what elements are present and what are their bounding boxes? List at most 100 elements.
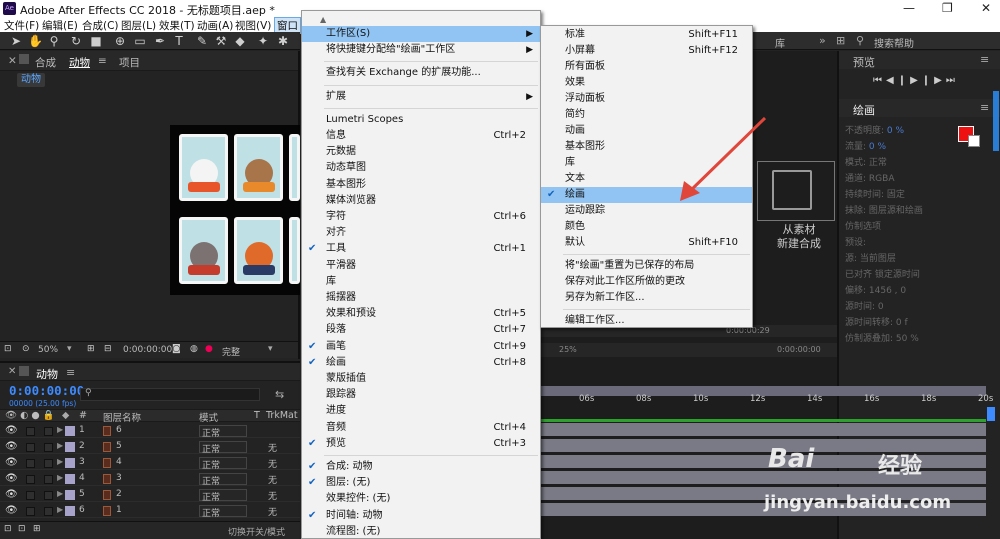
window-menu-item[interactable]: 查找有关 Exchange 的扩展功能... — [302, 65, 540, 81]
window-menu-item[interactable]: 库 — [302, 274, 540, 290]
layer-row[interactable]: 👁 ▶ 2 5 正常 无 — [0, 440, 300, 455]
window-menu-item[interactable]: ✔ 工具 Ctrl+1 — [302, 241, 540, 257]
menu-effect[interactable]: 效果(T) — [159, 18, 195, 33]
menu-file[interactable]: 文件(F) — [4, 18, 39, 33]
flowchart-icon[interactable]: ⊡ — [18, 524, 26, 534]
menu-composition[interactable]: 合成(C) — [82, 18, 119, 33]
close-tab-icon[interactable]: ✕ — [8, 55, 17, 67]
lock-switch[interactable] — [44, 491, 53, 500]
erase-select[interactable]: 图层源和绘画 — [869, 206, 923, 216]
layer-row[interactable]: 👁 ▶ 4 3 正常 无 — [0, 472, 300, 487]
workspace-menu-item[interactable]: 运动跟踪 — [541, 203, 752, 219]
camera-tool-icon[interactable]: ■ — [89, 34, 103, 48]
comp-tab-name[interactable]: 动物 — [69, 55, 90, 70]
window-menu-item[interactable]: 流程图: (无) — [302, 524, 540, 539]
source-time-shift-value[interactable]: 0 f — [896, 318, 908, 328]
workspace-menu-item[interactable]: 小屏幕 Shift+F12 — [541, 43, 752, 59]
zoom-select[interactable]: 50% — [38, 345, 58, 355]
workspace-menu-item[interactable]: 默认 Shift+F10 — [541, 235, 752, 251]
aligned-checkbox[interactable]: 已对齐 — [845, 270, 872, 280]
timeline-tab-name[interactable]: 动物 — [36, 366, 58, 382]
layer-trkmat[interactable]: 无 — [268, 489, 277, 502]
layer-name[interactable]: 2 — [116, 489, 122, 499]
resolution-dropdown-icon[interactable]: ▾ — [268, 344, 273, 354]
window-menu-item[interactable]: 动态草图 — [302, 160, 540, 176]
expand-triangle-icon[interactable]: ▶ — [57, 457, 63, 466]
window-menu-item[interactable]: 进度 — [302, 403, 540, 419]
layer-name[interactable]: 6 — [116, 425, 122, 435]
offset-value[interactable]: 1456 , 0 — [869, 286, 906, 296]
expand-triangle-icon[interactable]: ▶ — [57, 441, 63, 450]
layer-name[interactable]: 5 — [116, 441, 122, 451]
layer-name[interactable]: 4 — [116, 457, 122, 467]
window-menu-item[interactable]: 蒙版插值 — [302, 371, 540, 387]
window-menu-item[interactable]: ✔ 绘画 Ctrl+8 — [302, 355, 540, 371]
solo-switch[interactable] — [26, 491, 35, 500]
composition-viewer[interactable]: 动物 — [0, 71, 300, 341]
zoom-tool-icon[interactable]: ⚲ — [47, 34, 61, 48]
vertical-scrollbar[interactable] — [993, 91, 999, 151]
paint-mode-select[interactable]: 正常 — [869, 158, 887, 168]
source-select[interactable]: 当前图层 — [860, 254, 896, 264]
layer-row[interactable]: 👁 ▶ 6 1 正常 无 — [0, 504, 300, 519]
solo-switch[interactable] — [26, 475, 35, 484]
comp-sub-tab[interactable]: 动物 — [17, 73, 45, 87]
pen-tool-icon[interactable]: ✒ — [153, 34, 167, 48]
show-snapshot-icon[interactable]: ◍ — [190, 344, 198, 354]
visibility-eye-icon[interactable]: 👁 — [5, 473, 18, 484]
menu-view[interactable]: 视图(V) — [235, 18, 271, 33]
solo-switch[interactable] — [26, 443, 35, 452]
menu-animation[interactable]: 动画(A) — [197, 18, 233, 33]
label-color-swatch[interactable] — [65, 442, 75, 452]
rotate-tool-icon[interactable]: ↻ — [69, 34, 83, 48]
timeline-lock-icon[interactable] — [19, 366, 29, 376]
lock-switch[interactable] — [44, 475, 53, 484]
always-preview-icon[interactable]: ⊡ — [4, 344, 12, 354]
zoom-dropdown-icon[interactable]: ▾ — [67, 344, 72, 354]
workspace-menu-item[interactable]: 标准 Shift+F11 — [541, 27, 752, 43]
workspace-menu-item[interactable]: 颜色 — [541, 219, 752, 235]
mode-header[interactable]: 模式 — [199, 410, 218, 424]
layer-mode-select[interactable]: 正常 — [199, 489, 247, 503]
puppet-tool-icon[interactable]: ✱ — [276, 34, 290, 48]
comp-mini-icon[interactable]: ⊡ — [4, 524, 12, 534]
solo-switch[interactable] — [26, 459, 35, 468]
layer-name[interactable]: 1 — [116, 505, 122, 515]
preview-menu-icon[interactable]: ≡ — [980, 53, 989, 66]
close-timeline-tab-icon[interactable]: ✕ — [8, 366, 16, 377]
hand-tool-icon[interactable]: ✋ — [28, 34, 43, 48]
menu-edit[interactable]: 编辑(E) — [42, 18, 78, 33]
fit-frame-icon[interactable]: ⊞ — [87, 344, 95, 354]
time-ruler[interactable]: 06s 08s 10s 12s 14s 16s 18s 20s — [541, 393, 993, 407]
layer-search-input[interactable]: ⚲ — [80, 388, 260, 401]
lock-switch[interactable] — [44, 507, 53, 516]
visibility-eye-icon[interactable]: 👁 — [5, 489, 18, 500]
magnify-icon[interactable]: ⊙ — [22, 344, 30, 354]
window-menu-item[interactable]: 平滑器 — [302, 258, 540, 274]
window-menu-item[interactable]: 摇摆器 — [302, 290, 540, 306]
brush-tool-icon[interactable]: ✎ — [195, 34, 209, 48]
workspace-more-icon[interactable]: » — [819, 34, 826, 47]
panel-list-icon[interactable]: ⊞ — [836, 34, 845, 47]
comp-menu-icon[interactable]: ≡ — [98, 55, 107, 67]
layer-row[interactable]: 👁 ▶ 1 6 正常 — [0, 424, 300, 439]
layer-duration-bar[interactable] — [541, 423, 986, 436]
layer-row[interactable]: 👁 ▶ 5 2 正常 无 — [0, 488, 300, 503]
workspace-menu-item[interactable]: 保存对此工作区所做的更改 — [541, 274, 752, 290]
label-color-swatch[interactable] — [65, 474, 75, 484]
window-menu-item[interactable]: 工作区(S) ▶ — [302, 26, 540, 42]
library-tab[interactable]: 库 — [775, 35, 785, 50]
visibility-eye-icon[interactable]: 👁 — [5, 505, 18, 516]
workspace-menu-item[interactable]: 另存为新工作区... — [541, 290, 752, 306]
clone-overlay-value[interactable]: 50 % — [896, 334, 919, 344]
window-menu-item[interactable]: 信息 Ctrl+2 — [302, 128, 540, 144]
visibility-eye-icon[interactable]: 👁 — [5, 457, 18, 468]
window-menu-item[interactable]: 段落 Ctrl+7 — [302, 322, 540, 338]
lock-switch[interactable] — [44, 443, 53, 452]
workspace-menu-item[interactable]: 将"绘画"重置为已保存的布局 — [541, 258, 752, 274]
paint-menu-icon[interactable]: ≡ — [980, 101, 989, 114]
lock-source-checkbox[interactable]: 锁定源时间 — [875, 270, 920, 280]
layer-row[interactable]: 👁 ▶ 3 4 正常 无 — [0, 456, 300, 471]
expand-triangle-icon[interactable]: ▶ — [57, 425, 63, 434]
layer-mode-select[interactable]: 正常 — [199, 505, 247, 519]
